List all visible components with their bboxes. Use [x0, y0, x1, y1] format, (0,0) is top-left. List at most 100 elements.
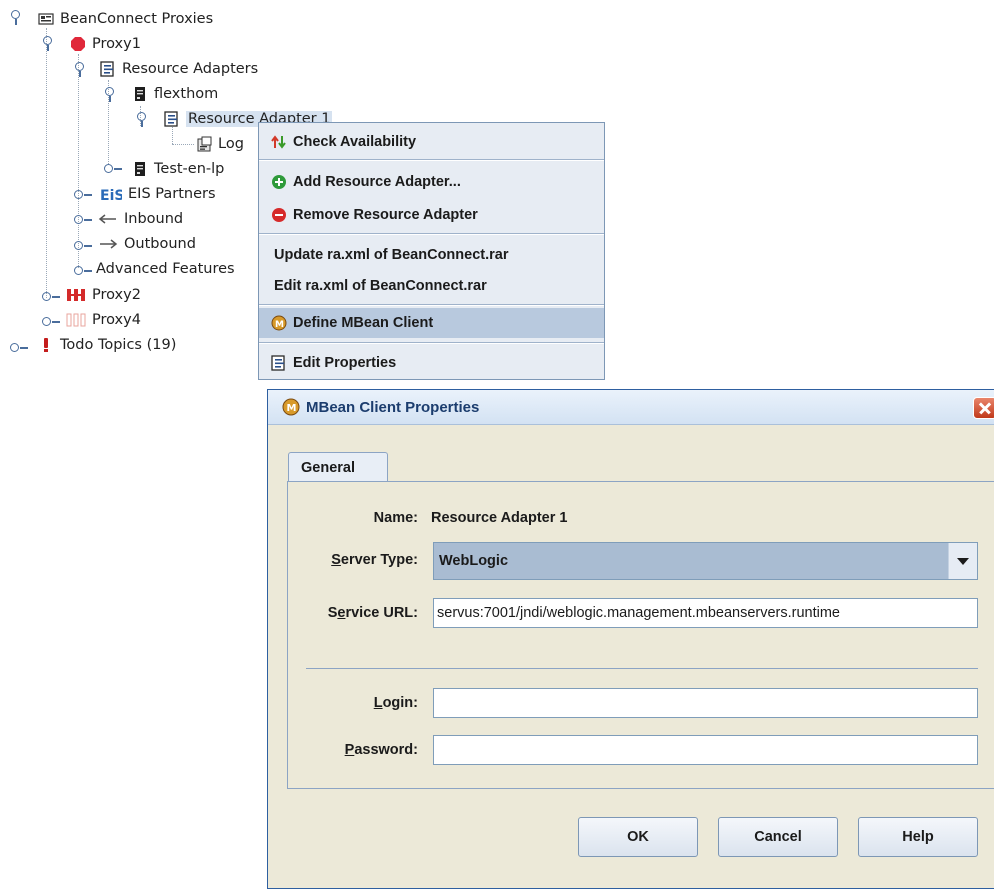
tree-node-proxy4[interactable]: Proxy4 [66, 307, 141, 332]
tree-node-inbound[interactable]: Inbound [98, 206, 183, 231]
tree-node-eis-partners[interactable]: EiS EIS Partners [100, 181, 216, 206]
expand-toggle[interactable] [10, 10, 28, 25]
server-icon [132, 86, 148, 102]
mbean-client-properties-dialog: M MBean Client Properties General Name: … [267, 389, 994, 889]
svg-text:EiS: EiS [100, 188, 122, 202]
proxy-error-icon [66, 287, 86, 303]
expand-toggle[interactable] [74, 62, 92, 77]
menu-item-add-resource-adapter[interactable]: Add Resource Adapter... [259, 167, 604, 197]
menu-item-update-ra-xml[interactable]: Update ra.xml of BeanConnect.rar [259, 240, 604, 270]
tree-line [172, 144, 194, 145]
eis-icon: EiS [100, 186, 124, 204]
exclamation-icon [38, 337, 54, 353]
tree-node-label: Test-en-lp [154, 160, 225, 177]
tree-node-flexthom[interactable]: flexthom [132, 81, 218, 106]
menu-item-label: Update ra.xml of BeanConnect.rar [274, 247, 509, 263]
tree-node-label: Proxy2 [92, 286, 141, 303]
log-file-icon [196, 136, 212, 152]
close-button[interactable] [973, 397, 994, 419]
ok-button[interactable]: OK [578, 817, 698, 857]
collapse-toggle[interactable] [42, 289, 60, 303]
password-label: Password: [344, 742, 418, 758]
proxy-inactive-icon [66, 312, 86, 328]
menu-item-label: Add Resource Adapter... [293, 174, 461, 190]
menu-item-label: Edit ra.xml of BeanConnect.rar [274, 278, 487, 294]
server-type-select[interactable]: WebLogic [433, 542, 978, 580]
tree-node-label: flexthom [154, 85, 219, 102]
expand-toggle[interactable] [136, 112, 154, 127]
tree-node-label: Resource Adapters [122, 60, 259, 77]
tree-node-label: Advanced Features [96, 260, 235, 277]
tree-node-advanced-features[interactable]: Advanced Features [96, 256, 235, 281]
menu-item-edit-properties[interactable]: Edit Properties [259, 348, 604, 378]
tree-node-test-en-lp[interactable]: Test-en-lp [132, 156, 224, 181]
cancel-button[interactable]: Cancel [718, 817, 838, 857]
name-label: Name: [373, 510, 418, 526]
collapse-toggle[interactable] [74, 238, 92, 252]
tree-node-proxy2[interactable]: Proxy2 [66, 282, 141, 307]
chevron-down-icon[interactable] [948, 543, 977, 579]
tree-node-resource-adapters[interactable]: Resource Adapters [100, 56, 258, 81]
collapse-toggle[interactable] [74, 187, 92, 201]
tree-line [78, 54, 79, 268]
properties-list-icon [271, 355, 287, 371]
login-label: Login: [373, 695, 418, 711]
password-field[interactable] [433, 735, 978, 765]
dialog-titlebar[interactable]: M MBean Client Properties [268, 390, 994, 425]
mbean-icon: M [282, 398, 300, 416]
inbound-arrow-icon [98, 211, 118, 227]
tree-node-proxy1[interactable]: Proxy1 [70, 31, 141, 56]
tree-node-todo-topics[interactable]: Todo Topics (19) [38, 332, 176, 357]
server-type-value: WebLogic [439, 553, 509, 569]
collapse-toggle[interactable] [104, 161, 122, 175]
menu-item-label: Remove Resource Adapter [293, 207, 478, 223]
tree-node-label: BeanConnect Proxies [60, 10, 214, 27]
properties-list-icon [100, 60, 116, 77]
menu-separator [259, 342, 604, 344]
proxy-active-icon [70, 36, 86, 52]
menu-item-check-availability[interactable]: Check Availability [259, 127, 604, 157]
server-type-label: Server Type: [331, 552, 418, 568]
availability-arrows-icon [271, 134, 287, 150]
collapse-toggle[interactable] [10, 340, 28, 354]
menu-item-edit-ra-xml[interactable]: Edit ra.xml of BeanConnect.rar [259, 271, 604, 301]
proxies-folder-icon [38, 11, 54, 27]
help-button[interactable]: Help [858, 817, 978, 857]
context-menu: Check Availability Add Resource Adapter.… [258, 122, 605, 380]
tree-node-log[interactable]: Log [196, 131, 244, 156]
collapse-toggle[interactable] [42, 314, 60, 328]
collapse-toggle[interactable] [74, 212, 92, 226]
add-circle-icon [271, 174, 287, 190]
tab-label: General [301, 459, 355, 476]
tree-node-label: Inbound [124, 210, 184, 227]
collapse-toggle[interactable] [74, 263, 92, 277]
proxy-tree: BeanConnect Proxies Proxy1 Resource Adap… [0, 0, 333, 360]
tree-node-label: Todo Topics (19) [60, 336, 177, 353]
svg-text:M: M [287, 403, 297, 414]
tab-general[interactable]: General [288, 452, 388, 482]
tree-node-outbound[interactable]: Outbound [98, 231, 196, 256]
tree-node-label: EIS Partners [128, 185, 216, 202]
service-url-label: Service URL: [327, 605, 418, 621]
login-field[interactable] [433, 688, 978, 718]
menu-item-label: Edit Properties [293, 355, 397, 371]
expand-toggle[interactable] [42, 36, 60, 51]
menu-separator [259, 233, 604, 235]
menu-item-remove-resource-adapter[interactable]: Remove Resource Adapter [259, 200, 604, 230]
button-label: OK [627, 829, 649, 845]
expand-toggle[interactable] [104, 87, 122, 102]
tree-node-root[interactable]: BeanConnect Proxies [38, 6, 213, 31]
tree-node-label: Proxy4 [92, 311, 141, 328]
menu-item-label: Check Availability [293, 134, 417, 150]
menu-item-define-mbean-client[interactable]: M Define MBean Client [259, 308, 604, 338]
mbean-icon: M [271, 315, 287, 331]
dialog-title: MBean Client Properties [306, 398, 480, 416]
menu-separator [259, 159, 604, 161]
service-url-field[interactable]: servus:7001/jndi/weblogic.management.mbe… [433, 598, 978, 628]
button-label: Help [902, 829, 934, 845]
tree-node-label: Log [218, 135, 244, 152]
remove-circle-icon [271, 207, 287, 223]
button-label: Cancel [754, 829, 802, 845]
tree-node-label: Outbound [124, 235, 196, 252]
tree-line [46, 28, 47, 298]
